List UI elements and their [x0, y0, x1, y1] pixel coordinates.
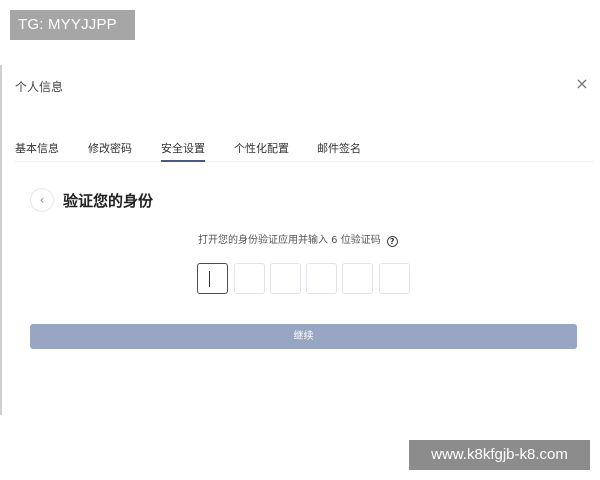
code-digit-6[interactable]: [379, 263, 410, 294]
tab-basic-info[interactable]: 基本信息: [15, 140, 59, 162]
code-digit-3[interactable]: [270, 263, 301, 294]
verify-identity-title: 验证您的身份: [63, 192, 154, 210]
back-icon[interactable]: ‹: [30, 188, 54, 212]
tab-personalization[interactable]: 个性化配置: [234, 140, 289, 162]
code-digit-4[interactable]: [306, 263, 337, 294]
help-icon[interactable]: ?: [386, 236, 398, 247]
instruction-text: 打开您的身份验证应用并输入 6 位验证码: [198, 235, 381, 246]
settings-tabs: 基本信息 修改密码 安全设置 个性化配置 邮件签名: [15, 140, 593, 162]
code-digit-1[interactable]: [197, 263, 228, 294]
code-digit-2[interactable]: [234, 263, 265, 294]
continue-button[interactable]: 继续: [30, 324, 577, 349]
url-watermark: www.k8kfgjb-k8.com: [409, 440, 590, 470]
verify-instruction: 打开您的身份验证应用并输入 6 位验证码?: [198, 231, 398, 247]
tab-email-signature[interactable]: 邮件签名: [317, 140, 361, 162]
code-digit-5[interactable]: [342, 263, 373, 294]
tab-change-password[interactable]: 修改密码: [88, 140, 132, 162]
dialog-left-border: [0, 65, 2, 415]
close-icon[interactable]: ×: [574, 76, 590, 92]
dialog-title: 个人信息: [15, 80, 64, 94]
telegram-watermark: TG: MYYJJPP: [10, 10, 135, 40]
tab-security-settings[interactable]: 安全设置: [161, 140, 205, 162]
text-caret: [209, 271, 210, 287]
